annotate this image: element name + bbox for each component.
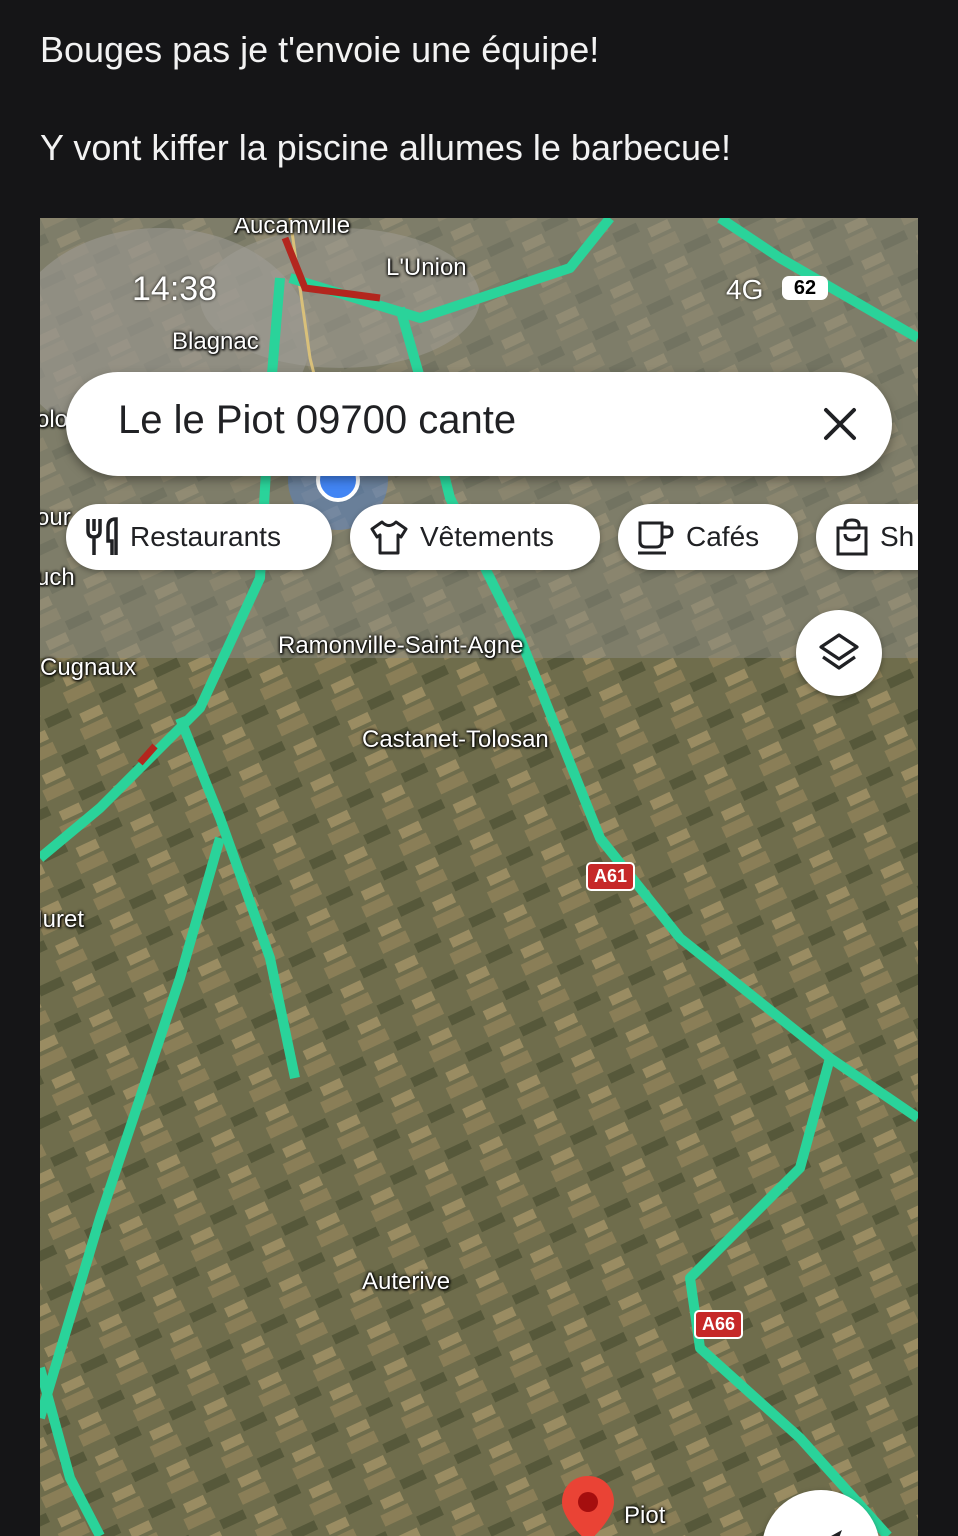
tshirt-icon xyxy=(370,520,408,555)
place-auterive[interactable]: Auterive xyxy=(362,1268,450,1296)
location-pin-icon[interactable] xyxy=(556,1472,620,1536)
chip-restaurants[interactable]: Restaurants xyxy=(66,504,332,570)
chip-label: Cafés xyxy=(686,521,760,552)
chip-cafes[interactable]: Cafés xyxy=(618,504,798,570)
place-castanet[interactable]: Castanet-Tolosan xyxy=(362,726,549,754)
place-blagnac[interactable]: Blagnac xyxy=(172,328,259,356)
chip-shopping[interactable]: Sh xyxy=(816,504,918,570)
chip-label: Vêtements xyxy=(420,521,554,552)
place-aucamville[interactable]: Aucamville xyxy=(234,218,350,240)
navigate-button[interactable] xyxy=(762,1490,880,1536)
message-line-1: Bouges pas je t'envoie une équipe! xyxy=(40,29,600,70)
layers-icon xyxy=(819,633,859,670)
status-time: 14:38 xyxy=(132,270,218,308)
road-shield-a61: A61 xyxy=(586,862,636,891)
fork-knife-icon xyxy=(86,517,118,555)
layers-button[interactable] xyxy=(796,610,882,696)
place-partial-1[interactable]: olo xyxy=(40,406,68,434)
message-line-2: Y vont kiffer la piscine allumes le barb… xyxy=(40,127,732,168)
place-partial-3[interactable]: uch xyxy=(40,564,75,592)
chip-label: Sh xyxy=(880,521,915,552)
place-cugnaux[interactable]: Cugnaux xyxy=(40,654,136,682)
shopping-bag-icon xyxy=(836,518,868,556)
maps-screenshot[interactable]: 14:38 4G 62 Aucamville L'Union Blagnac o… xyxy=(40,218,918,1536)
chip-label: Restaurants xyxy=(130,521,281,552)
battery-icon: 62 xyxy=(782,276,828,300)
message-text: Bouges pas je t'envoie une équipe! Y von… xyxy=(40,26,920,222)
place-muret[interactable]: Iuret xyxy=(40,906,84,934)
status-network: 4G xyxy=(726,274,764,305)
place-lunion[interactable]: L'Union xyxy=(386,254,467,282)
road-shield-a66: A66 xyxy=(694,1310,744,1339)
close-icon[interactable] xyxy=(812,396,868,452)
search-input[interactable]: Le le Piot 09700 cante xyxy=(118,398,516,443)
coffee-cup-icon xyxy=(638,521,674,555)
battery-level: 62 xyxy=(793,277,817,299)
place-ramonville[interactable]: Ramonville-Saint-Agne xyxy=(278,632,523,660)
search-bar[interactable]: Le le Piot 09700 cante xyxy=(66,372,892,476)
chip-vetements[interactable]: Vêtements xyxy=(350,504,600,570)
navigation-arrow-icon xyxy=(831,1530,842,1536)
place-piot[interactable]: Piot xyxy=(624,1502,665,1530)
